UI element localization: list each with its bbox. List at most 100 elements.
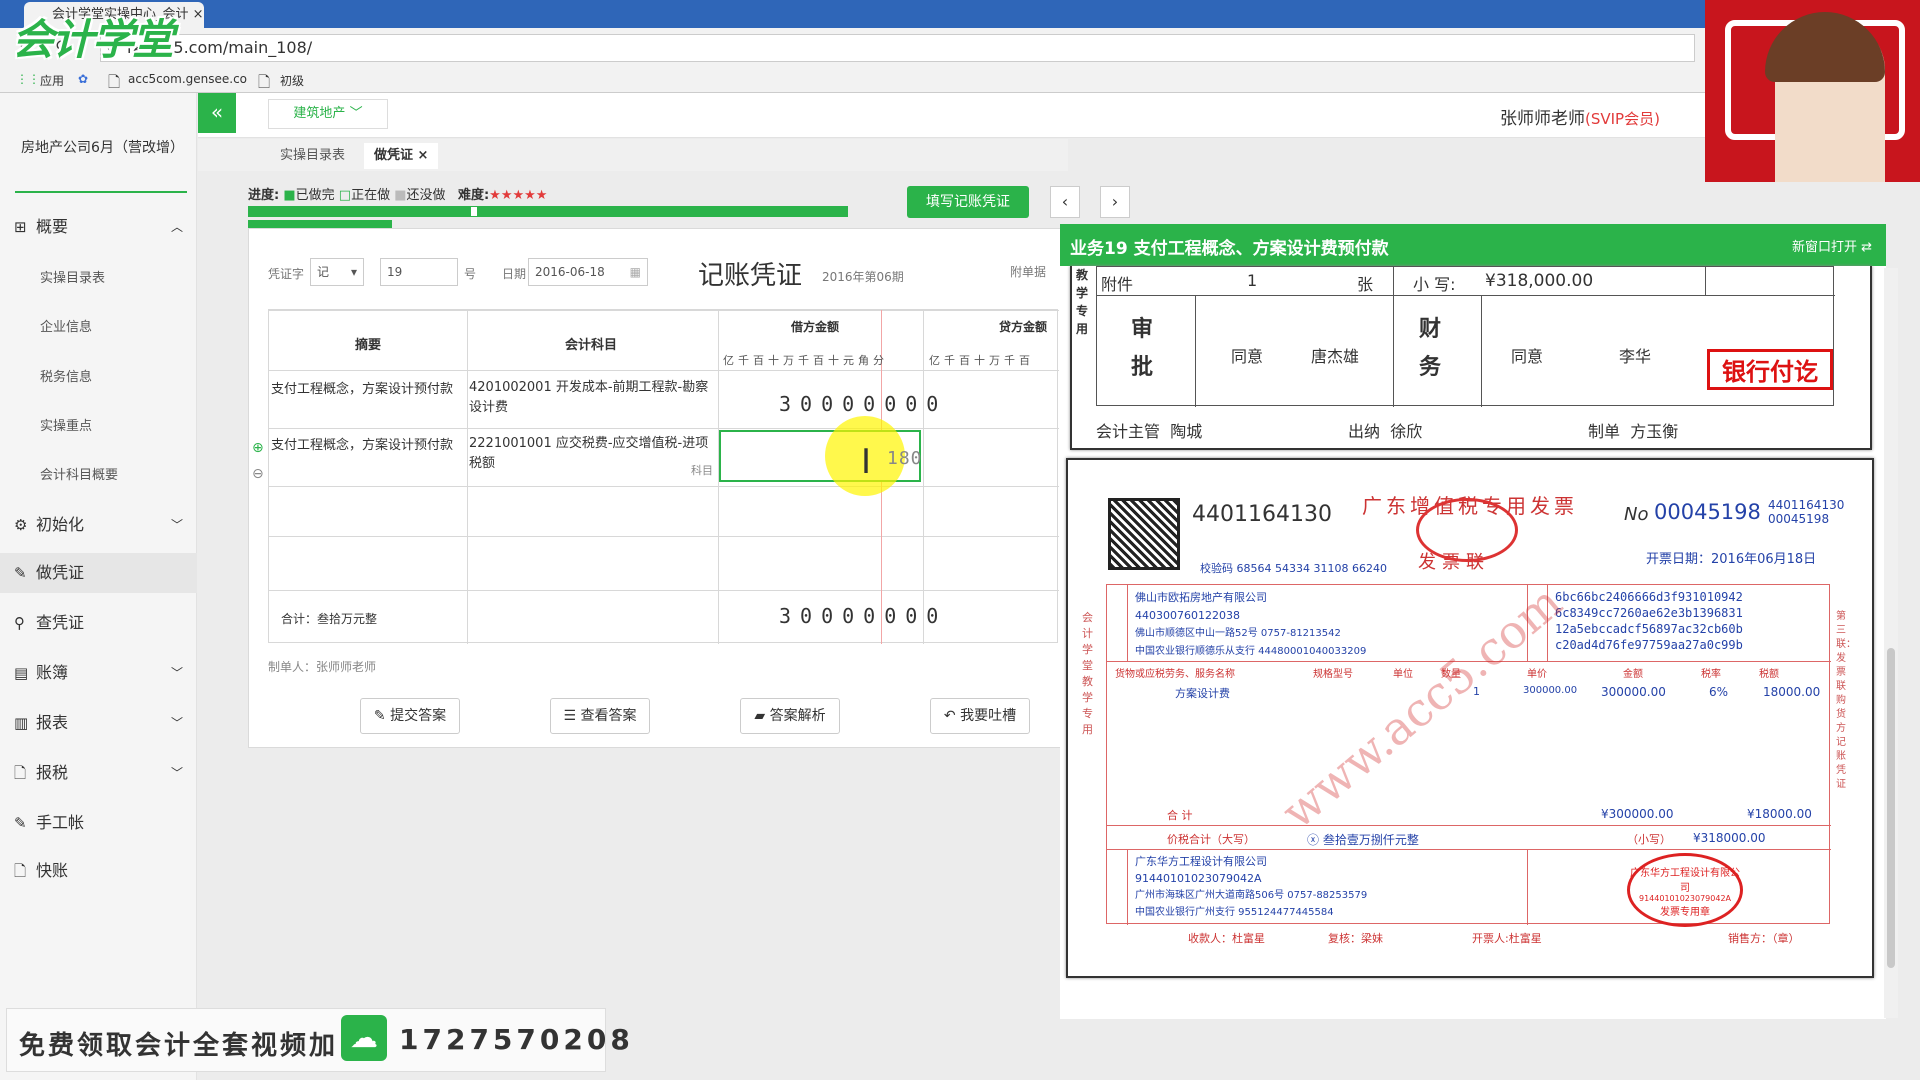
- file-icon: 🗋: [14, 862, 27, 880]
- sidebar-item-overview[interactable]: ⊞ 概要 ︿: [0, 207, 197, 247]
- voucher-maker: 制单 方玉衡: [1588, 422, 1679, 441]
- row2-summary[interactable]: 支付工程概念，方案设计预付款: [271, 434, 467, 453]
- feedback-button[interactable]: ↶ 我要吐槽: [930, 698, 1030, 734]
- progress-segment: [248, 206, 470, 217]
- promo-phone: 1727570208: [399, 1023, 634, 1056]
- submit-answer-button[interactable]: ✎ 提交答案: [360, 698, 460, 734]
- sidebar-sub-tax[interactable]: 税务信息: [40, 366, 92, 385]
- invoice-code-small: 4401164130: [1768, 498, 1845, 512]
- tab-voucher[interactable]: 做凭证 ×: [364, 143, 439, 169]
- sidebar-item-voucher[interactable]: ✎ 做凭证: [0, 553, 197, 593]
- seller-name: 广东华方工程设计有限公司: [1135, 855, 1267, 868]
- side-right: 第三联：发票联 购货方记账凭证: [1836, 611, 1856, 790]
- approve-label: 审批: [1131, 317, 1154, 380]
- grid-line: [1097, 295, 1835, 296]
- sidebar-item-init[interactable]: ⚙ 初始化 ﹀: [0, 505, 197, 545]
- user-info[interactable]: 张师师老师(SVIP会员): [1500, 104, 1660, 129]
- row1-account[interactable]: 4201002001 开发成本-前期工程款-勘察设计费: [469, 378, 714, 418]
- amount-label: 小 写:: [1413, 275, 1456, 294]
- paw-icon: ✿: [78, 72, 89, 86]
- row1-summary[interactable]: 支付工程概念，方案设计预付款: [271, 378, 467, 397]
- sidebar-item-taxfile[interactable]: 🗋 报税 ﹀: [0, 753, 197, 793]
- grid-line: [269, 310, 1059, 311]
- industry-select[interactable]: 建筑地产 ﹀: [268, 99, 388, 129]
- debit-units: 亿千百十万千百十元角分: [723, 354, 888, 367]
- bookmark-apps[interactable]: 应用: [40, 72, 64, 89]
- sidebar-sub-accounts[interactable]: 会计科目概要: [40, 464, 118, 483]
- approval-form: 教学专用 附件 1 张 小 写: ¥318,000.00 审批 同意 唐杰雄 财…: [1070, 266, 1872, 450]
- grid-icon: ⊞: [14, 218, 27, 236]
- next-button[interactable]: ›: [1100, 186, 1130, 218]
- cashier: 出纳 徐欣: [1348, 422, 1423, 441]
- vat-invoice: 4401164130 广东增值税专用发票 发票联 No 00045198 440…: [1066, 458, 1874, 978]
- calendar-icon[interactable]: ▦: [630, 259, 641, 285]
- buyer-name: 佛山市欧拓房地产有限公司: [1135, 591, 1267, 604]
- progress-legend: 进度: ■已做完 □正在做 ■还没做 难度:★★★★★: [248, 188, 548, 203]
- buyer-block: 佛山市欧拓房地产有限公司 440300760122038 佛山市顺德区中山一路5…: [1135, 589, 1366, 661]
- pen-icon: ✎: [14, 814, 27, 832]
- sidebar-item-manual[interactable]: ✎ 手工帐: [0, 803, 197, 843]
- sidebar-item-ledger[interactable]: ▤ 账簿 ﹀: [0, 653, 197, 693]
- header-account: 会计科目: [565, 338, 618, 353]
- scroll-thumb[interactable]: [1887, 648, 1895, 968]
- header-debit: 借方金额: [791, 320, 840, 334]
- tab-catalog[interactable]: 实操目录表: [270, 143, 355, 169]
- grid-line: [269, 428, 1059, 429]
- bookmark-gensee[interactable]: acc5com.gensee.co: [128, 72, 247, 86]
- close-icon[interactable]: ×: [418, 148, 429, 163]
- sidebar-item-report[interactable]: ▥ 报表 ﹀: [0, 703, 197, 743]
- todo-swatch-icon: ■: [394, 188, 407, 203]
- grid-line: [269, 536, 1059, 537]
- header-spec: 规格型号: [1313, 669, 1353, 680]
- collapse-sidebar-button[interactable]: «: [198, 93, 236, 133]
- url-input[interactable]: ⓘ lx.acc5.com/main_108/: [100, 34, 1695, 62]
- bank-paid-stamp: 银行付讫: [1707, 349, 1833, 390]
- attach-count: 1: [1247, 271, 1258, 290]
- cipher-line: c20ad4d76fe97759aa27a0c99b: [1555, 638, 1743, 652]
- seller-block: 广东华方工程设计有限公司 91440101023079042A 广州市海珠区广州…: [1135, 853, 1367, 921]
- chevron-down-icon: ﹀: [170, 766, 183, 780]
- approver-1: 唐杰雄: [1311, 347, 1360, 366]
- buyer-tax-id: 440300760122038: [1135, 609, 1240, 622]
- fill-voucher-button[interactable]: 填写记账凭证: [907, 186, 1029, 218]
- header-amount: 金额: [1623, 669, 1643, 680]
- row1-debit[interactable]: 30000000: [779, 392, 947, 416]
- voucher-table: 摘要 会计科目 借方金额 贷方金额 亿千百十万千百十元角分 亿千百十万千百 支付…: [268, 309, 1059, 644]
- prev-button[interactable]: ‹: [1050, 186, 1080, 218]
- sidebar-item-query[interactable]: ⚲ 查凭证: [0, 603, 197, 643]
- bookmarks-bar: ⋮⋮ 应用 ✿ 🗋 acc5com.gensee.co 🗋 初级: [0, 66, 1705, 93]
- voucher-type-select[interactable]: 记 ▾: [310, 258, 364, 286]
- voucher-number-stepper[interactable]: 19: [380, 258, 458, 286]
- promo-text: 免费领取会计全套视频加: [19, 1031, 339, 1061]
- supervisor: 会计主管 陶城: [1096, 422, 1203, 441]
- finance-label: 财务: [1419, 317, 1442, 380]
- date-input[interactable]: 2016-06-18 ▦: [528, 258, 648, 286]
- grid-line: [269, 370, 1059, 371]
- sidebar-sub-company[interactable]: 企业信息: [40, 316, 92, 335]
- open-new-window-button[interactable]: 新窗口打开 ⇄: [1792, 236, 1872, 255]
- voucher-period: 2016年第06期: [822, 270, 904, 284]
- sidebar-item-quick[interactable]: 🗋 快账: [0, 851, 197, 891]
- tax-seal-icon: [1416, 498, 1518, 562]
- cipher-area: 6bc66bc2406666d3f931010942 6c8349cc7260a…: [1555, 589, 1743, 653]
- header-item: 货物或应税劳务、服务名称: [1115, 669, 1235, 680]
- page-tabs: 实操目录表 做凭证 ×: [198, 139, 1068, 171]
- total-label: 合计：叁拾万元整: [281, 612, 378, 626]
- chevron-down-icon: ﹀: [170, 716, 183, 730]
- answer-analysis-button[interactable]: ▰ 答案解析: [740, 698, 840, 734]
- seller-bank: 中国农业银行广州支行 955124477445584: [1135, 907, 1334, 918]
- item-amount: 300000.00: [1601, 685, 1666, 699]
- row2-debit[interactable]: 180: [887, 448, 923, 469]
- bookmark-chuji[interactable]: 初级: [280, 72, 304, 89]
- wechat-icon: ☁: [341, 1015, 387, 1061]
- remove-row-icon[interactable]: ⊖: [252, 466, 264, 482]
- sidebar-sub-key[interactable]: 实操重点: [40, 415, 92, 434]
- view-answer-button[interactable]: ☰ 查看答案: [550, 698, 650, 734]
- progress-current: [470, 206, 478, 217]
- sidebar-sub-catalog[interactable]: 实操目录表: [40, 267, 105, 286]
- add-row-icon[interactable]: ⊕: [252, 440, 264, 456]
- header-tax: 税额: [1759, 669, 1779, 680]
- grid-line: [1393, 267, 1394, 407]
- invoice-scrollbar[interactable]: [1884, 268, 1898, 1018]
- row2-account[interactable]: 2221001001 应交税费-应交增值税-进项税额: [469, 434, 714, 474]
